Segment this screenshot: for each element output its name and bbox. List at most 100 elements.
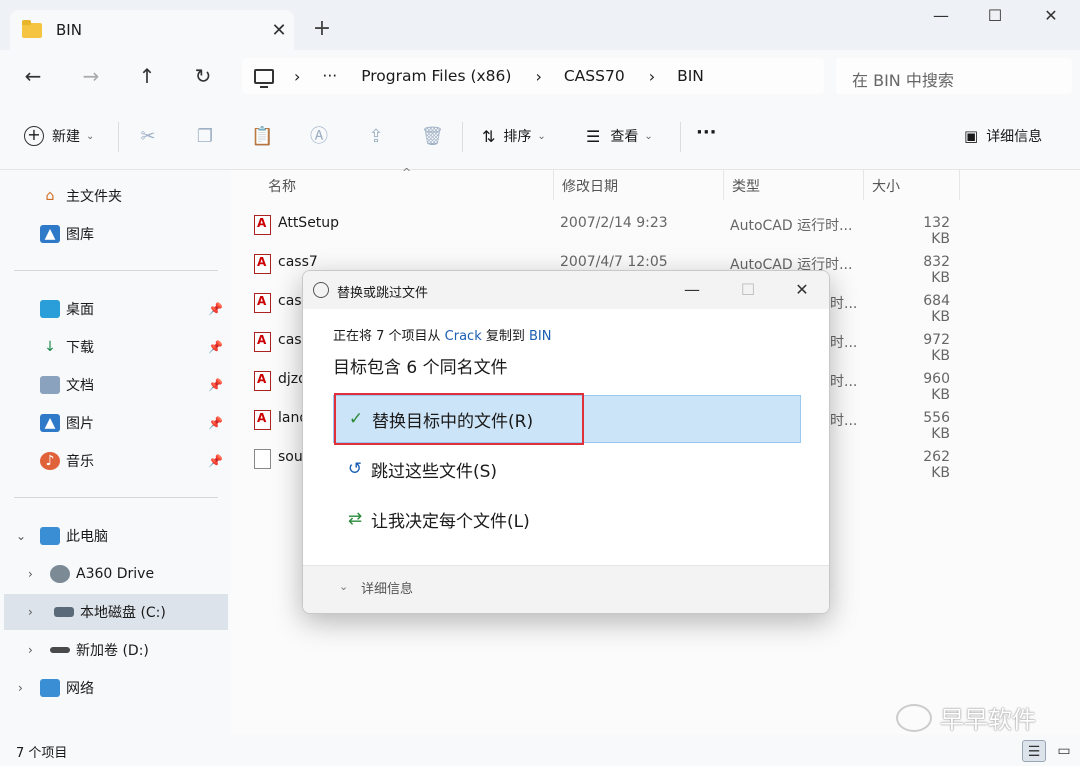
sidebar-item-local-disk-c[interactable]: › 本地磁盘 (C:) — [4, 594, 228, 630]
file-size: 262 KB — [923, 449, 950, 481]
breadcrumb-program-files[interactable]: Program Files (x86) — [361, 67, 511, 85]
sidebar-item-music[interactable]: ♪ 音乐 📌 — [0, 443, 228, 479]
sidebar-item-volume-d[interactable]: › 新加卷 (D:) — [0, 632, 228, 668]
address-bar[interactable]: › ··· Program Files (x86) › CASS70 › BIN — [242, 58, 824, 94]
chevron-right-icon[interactable]: › — [28, 605, 33, 619]
sidebar-item-gallery[interactable]: ▲ 图库 — [0, 216, 228, 252]
pin-icon[interactable]: 📌 — [208, 378, 223, 392]
minimize-button[interactable]: — — [926, 6, 956, 30]
forward-button[interactable]: → — [76, 62, 106, 90]
copy-summary-prefix: 正在将 7 个项目从 — [333, 329, 445, 344]
autocad-file-icon — [254, 254, 271, 274]
compare-icon: ⇄ — [347, 509, 363, 529]
sidebar-item-downloads[interactable]: ↓ 下载 📌 — [0, 329, 228, 365]
share-icon[interactable]: ⇪ — [365, 126, 387, 148]
back-button[interactable]: ← — [18, 62, 48, 90]
tab-close-button[interactable]: ✕ — [264, 20, 294, 41]
toolbar-divider — [118, 122, 119, 152]
sidebar-item-label: A360 Drive — [76, 566, 155, 582]
dialog-footer: ⌄ 详细信息 — [303, 565, 829, 613]
dialog-minimize-button[interactable]: — — [677, 279, 707, 301]
download-icon: ↓ — [44, 339, 56, 355]
more-options-button[interactable]: ··· — [696, 122, 717, 143]
sidebar-item-a360-drive[interactable]: › A360 Drive — [0, 556, 228, 592]
search-input[interactable]: 在 BIN 中搜索 — [836, 58, 1072, 94]
autocad-file-icon — [254, 293, 271, 313]
chevron-right-icon[interactable]: › — [28, 567, 33, 581]
view-icon: ☰ — [586, 126, 601, 146]
copy-summary: 正在将 7 个项目从 Crack 复制到 BIN — [333, 325, 552, 344]
sort-ascending-icon: ^ — [402, 166, 412, 179]
file-size: 972 KB — [923, 332, 950, 364]
chevron-down-icon[interactable]: ⌄ — [16, 529, 26, 543]
target-folder-link[interactable]: BIN — [529, 329, 551, 344]
table-row[interactable]: AttSetup 2007/2/14 9:23 AutoCAD 运行时... 1… — [230, 206, 960, 247]
maximize-button[interactable]: ☐ — [980, 6, 1010, 30]
chevron-right-icon[interactable]: › — [28, 643, 33, 657]
breadcrumb-cass70[interactable]: CASS70 — [564, 67, 625, 85]
sidebar-item-documents[interactable]: 文档 📌 — [0, 367, 228, 403]
home-icon: ⌂ — [45, 188, 55, 204]
gallery-icon: ▲ — [40, 225, 60, 243]
up-button[interactable]: ↑ — [132, 62, 162, 90]
dialog-maximize-button: ☐ — [740, 280, 756, 299]
file-size: 132 KB — [923, 215, 950, 247]
breadcrumb-bin[interactable]: BIN — [677, 67, 704, 85]
sort-button[interactable]: ⇅ 排序 ⌄ — [482, 126, 546, 146]
highlight-callout-box — [334, 393, 584, 445]
skip-files-option[interactable]: ↺ 跳过这些文件(S) — [333, 445, 801, 493]
sidebar-item-this-pc[interactable]: ⌄ 此电脑 — [0, 518, 228, 554]
view-button[interactable]: ☰ 查看 ⌄ — [586, 126, 653, 146]
paste-icon[interactable]: 📋 — [251, 126, 273, 148]
sort-icon: ⇅ — [482, 126, 496, 146]
pin-icon[interactable]: 📌 — [208, 416, 223, 430]
file-name: cass7 — [278, 254, 318, 270]
replace-or-skip-dialog: 替换或跳过文件 — ☐ ✕ 正在将 7 个项目从 Crack 复制到 BIN 目… — [302, 270, 830, 614]
refresh-button[interactable]: ↻ — [188, 62, 218, 90]
desktop-icon — [40, 300, 60, 318]
sidebar-item-label: 桌面 — [66, 302, 94, 318]
sidebar-item-label: 主文件夹 — [66, 189, 122, 205]
autocad-file-icon — [254, 332, 271, 352]
pictures-icon: ▲ — [40, 414, 60, 432]
new-button[interactable]: + 新建 ⌄ — [24, 126, 94, 146]
sidebar-item-home[interactable]: ⌂ 主文件夹 — [0, 178, 228, 214]
sidebar-item-label: 图库 — [66, 227, 94, 243]
file-size: 684 KB — [923, 293, 950, 325]
column-header-date[interactable]: 修改日期 — [554, 170, 724, 200]
sidebar-item-network[interactable]: › 网络 — [0, 670, 228, 706]
column-header-type[interactable]: 类型 — [724, 170, 864, 200]
more-details-toggle[interactable]: 详细信息 — [361, 578, 413, 597]
chevron-right-icon[interactable]: › — [18, 681, 23, 695]
sidebar-item-desktop[interactable]: 桌面 📌 — [0, 291, 228, 327]
source-folder-link[interactable]: Crack — [445, 329, 482, 344]
details-view-icon[interactable]: ☰ — [1022, 740, 1046, 762]
new-tab-button[interactable]: + — [310, 16, 334, 41]
delete-icon[interactable]: 🗑 — [421, 126, 444, 148]
details-pane-button[interactable]: ▣ 详细信息 — [964, 126, 1042, 146]
autocad-file-icon — [254, 215, 271, 235]
cut-icon[interactable]: ✂ — [137, 126, 159, 148]
column-header-size[interactable]: 大小 — [864, 170, 960, 200]
chevron-down-icon[interactable]: ⌄ — [339, 580, 348, 593]
sidebar-item-label: 图片 — [66, 416, 94, 432]
dialog-close-button[interactable]: ✕ — [787, 279, 817, 301]
rename-icon[interactable]: Ⓐ — [308, 126, 330, 148]
copy-icon[interactable]: ❐ — [194, 126, 216, 148]
tab-bin[interactable]: BIN ✕ — [10, 10, 294, 50]
sidebar-item-pictures[interactable]: ▲ 图片 📌 — [0, 405, 228, 441]
close-window-button[interactable]: ✕ — [1036, 6, 1066, 30]
tiles-view-icon[interactable]: ▭ — [1052, 740, 1076, 762]
sidebar-item-label: 下载 — [66, 340, 94, 356]
sidebar-divider — [14, 270, 218, 271]
pin-icon[interactable]: 📌 — [208, 340, 223, 354]
file-type: 时... — [830, 296, 858, 312]
file-size: 832 KB — [923, 254, 950, 286]
drive-icon — [54, 607, 74, 617]
pin-icon[interactable]: 📌 — [208, 302, 223, 316]
breadcrumb-more[interactable]: ··· — [322, 67, 337, 85]
pin-icon[interactable]: 📌 — [208, 454, 223, 468]
decide-each-file-option[interactable]: ⇄ 让我决定每个文件(L) — [333, 495, 801, 543]
sidebar-item-label: 此电脑 — [66, 529, 108, 545]
autocad-file-icon — [254, 371, 271, 391]
